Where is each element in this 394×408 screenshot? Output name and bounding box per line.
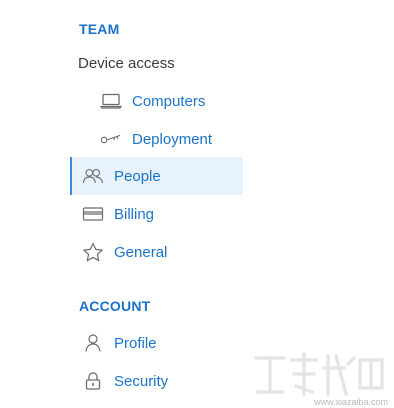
sidebar-item-label: Computers [132,92,206,110]
star-icon [82,242,104,262]
sidebar-item-computers[interactable]: Computers [70,82,243,120]
section-header-account: ACCOUNT [79,298,151,314]
credit-card-icon [82,204,104,224]
lock-icon [82,371,104,391]
key-icon [100,129,122,149]
sidebar-item-profile[interactable]: Profile [70,324,243,362]
sidebar-item-people[interactable]: People [70,157,243,195]
sidebar-item-label: Security [114,372,169,390]
sidebar-item-general[interactable]: General [70,233,243,271]
settings-sidebar: TEAM Device access Computers Deployment [0,0,394,408]
sidebar-item-billing[interactable]: Billing [70,195,243,233]
sidebar-item-label: Deployment [132,130,213,148]
sidebar-item-label: General [114,243,168,261]
sidebar-item-label: Profile [114,334,157,352]
user-icon [82,333,104,353]
watermark-url: www.xiazaiba.com [313,397,388,407]
section-header-team: TEAM [79,21,120,37]
laptop-icon [100,91,122,111]
sidebar-item-label: People [114,167,161,185]
sidebar-item-deployment[interactable]: Deployment [70,120,243,158]
people-icon [82,166,104,186]
sidebar-item-security[interactable]: Security [70,362,243,400]
sidebar-item-label: Billing [114,205,155,223]
group-label-device-access: Device access [78,55,175,72]
